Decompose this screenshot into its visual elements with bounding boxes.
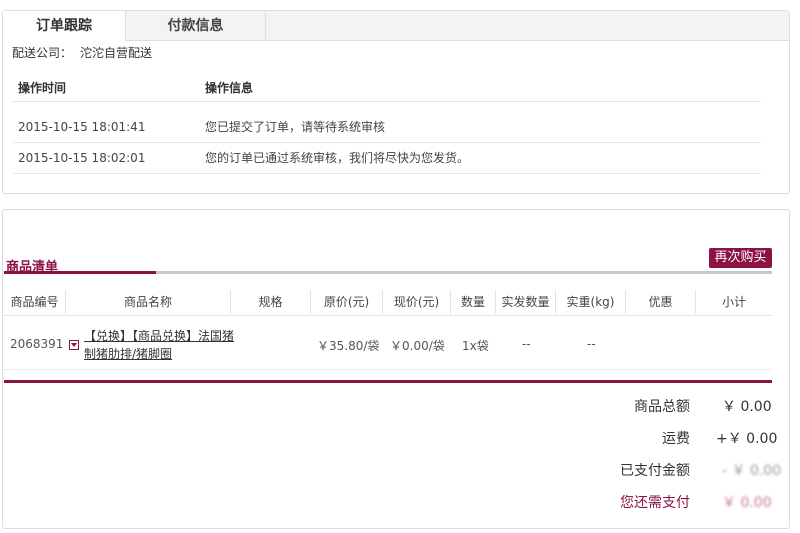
goods-shipped-qty: -- — [522, 337, 531, 351]
paid-label: 已支付金额 — [620, 463, 690, 479]
log-row: 2015-10-15 18:02:01 您的订单已通过系统审核，我们将尽快为您发… — [13, 143, 761, 174]
log-time: 2015-10-15 18:02:01 — [18, 151, 146, 165]
delivery-label: 配送公司： — [12, 46, 73, 60]
goods-name-link[interactable]: 【兑换】【商品兑换】法国猪制猪肋排/猪脚圈 — [84, 327, 244, 363]
shipping-label: 运费 — [662, 431, 690, 447]
header-qty: 数量 — [451, 290, 496, 314]
header-shipped-qty: 实发数量 — [496, 290, 556, 314]
delivery-company: 配送公司： 沱沱自营配送 — [12, 44, 152, 61]
rebuy-button[interactable]: 再次购买 — [709, 248, 772, 268]
header-orig-price: 原价(元) — [311, 290, 383, 314]
delivery-value: 沱沱自营配送 — [80, 46, 153, 60]
goods-total-label: 商品总额 — [634, 399, 690, 415]
paid-value: - ￥ 0.00 — [722, 463, 782, 479]
tab-bar: 订单跟踪 付款信息 — [3, 11, 789, 42]
log-info: 您的订单已通过系统审核，我们将尽快为您发货。 — [205, 151, 470, 165]
log-row: 2015-10-15 18:01:41 您已提交了订单，请等待系统审核 — [13, 112, 761, 143]
goods-weight: -- — [587, 337, 596, 351]
section-divider-accent — [4, 271, 156, 274]
log-info: 您已提交了订单，请等待系统审核 — [205, 120, 386, 134]
summary-divider — [4, 380, 772, 383]
header-subtotal: 小计 — [721, 295, 746, 309]
header-spec: 规格 — [231, 290, 311, 314]
goods-cur-price: ￥0.00/袋 — [390, 339, 445, 353]
header-weight: 实重(kg) — [556, 290, 626, 314]
dropdown-toggle-icon[interactable] — [69, 340, 79, 350]
header-goods-id: 商品编号 — [4, 290, 66, 314]
header-goods-name: 商品名称 — [66, 290, 231, 314]
goods-orig-price: ￥35.80/袋 — [317, 339, 380, 353]
header-discount: 优惠 — [626, 290, 696, 314]
goods-table-header: 商品编号 商品名称 规格 原价(元) 现价(元) 数量 实发数量 实重(kg) … — [4, 290, 772, 316]
amount-due-label: 您还需支付 — [620, 495, 690, 511]
table-row: 2068391 【兑换】【商品兑换】法国猪制猪肋排/猪脚圈 ￥35.80/袋 ￥… — [4, 318, 772, 370]
goods-total-value: ￥ 0.00 — [722, 399, 772, 415]
log-table-header: 操作时间 操作信息 — [13, 74, 761, 102]
log-time: 2015-10-15 18:01:41 — [18, 120, 146, 134]
goods-id: 2068391 — [10, 337, 64, 351]
log-header-time: 操作时间 — [18, 81, 67, 95]
header-cur-price: 现价(元) — [383, 290, 451, 314]
shipping-value: +￥ 0.00 — [716, 431, 778, 447]
amount-due-value: ￥ 0.00 — [722, 495, 772, 511]
log-header-info: 操作信息 — [205, 81, 254, 95]
goods-qty: 1x袋 — [462, 339, 489, 353]
tab-payment-info[interactable]: 付款信息 — [126, 11, 266, 41]
tab-order-tracking[interactable]: 订单跟踪 — [3, 11, 126, 42]
